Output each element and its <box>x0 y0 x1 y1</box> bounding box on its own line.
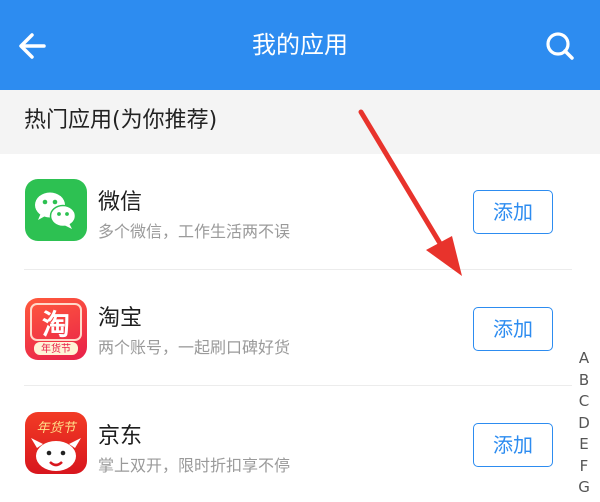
app-name: 微信 <box>98 190 143 215</box>
search-button[interactable] <box>540 26 580 66</box>
alpha-index-letter[interactable]: F <box>574 456 594 478</box>
section-title: 热门应用(为你推荐) <box>24 108 218 133</box>
top-bar: 我的应用 <box>0 0 600 90</box>
alpha-index-letter[interactable]: E <box>574 434 594 456</box>
alpha-index-letter[interactable]: B <box>574 370 594 392</box>
jd-icon: 年货节 <box>25 412 87 474</box>
app-name: 淘宝 <box>98 306 143 331</box>
alpha-index-letter[interactable]: C <box>574 391 594 413</box>
app-row-wechat: 微信 多个微信，工作生活两不误 添加 <box>0 154 600 270</box>
alpha-index-letter[interactable]: D <box>574 413 594 435</box>
add-button[interactable]: 添加 <box>473 423 553 467</box>
taobao-logo-text: 淘 <box>42 308 70 341</box>
app-row-jd: 年货节 京东 掌上双开，限时折扣享不停 添加 <box>0 386 600 502</box>
search-icon <box>546 32 574 60</box>
app-description: 多个微信，工作生活两不误 <box>98 222 291 241</box>
app-row-taobao: 淘 年货节 淘宝 两个账号，一起刷口碑好货 添加 <box>0 270 600 386</box>
alpha-index-letter[interactable]: A <box>574 348 594 370</box>
app-description: 两个账号，一起刷口碑好货 <box>98 338 291 357</box>
jd-logo-text: 年货节 <box>36 421 77 436</box>
wechat-icon <box>25 179 87 241</box>
alpha-index-letter[interactable]: G <box>574 477 594 499</box>
app-name: 京东 <box>98 424 143 449</box>
add-button[interactable]: 添加 <box>473 190 553 234</box>
alphabet-index[interactable]: A B C D E F G <box>574 348 594 499</box>
section-header: 热门应用(为你推荐) <box>0 90 600 154</box>
taobao-icon: 淘 年货节 <box>25 298 87 360</box>
taobao-badge-text: 年货节 <box>41 342 71 355</box>
page-title: 我的应用 <box>252 31 348 59</box>
add-button[interactable]: 添加 <box>473 307 553 351</box>
app-description: 掌上双开，限时折扣享不停 <box>98 456 291 475</box>
